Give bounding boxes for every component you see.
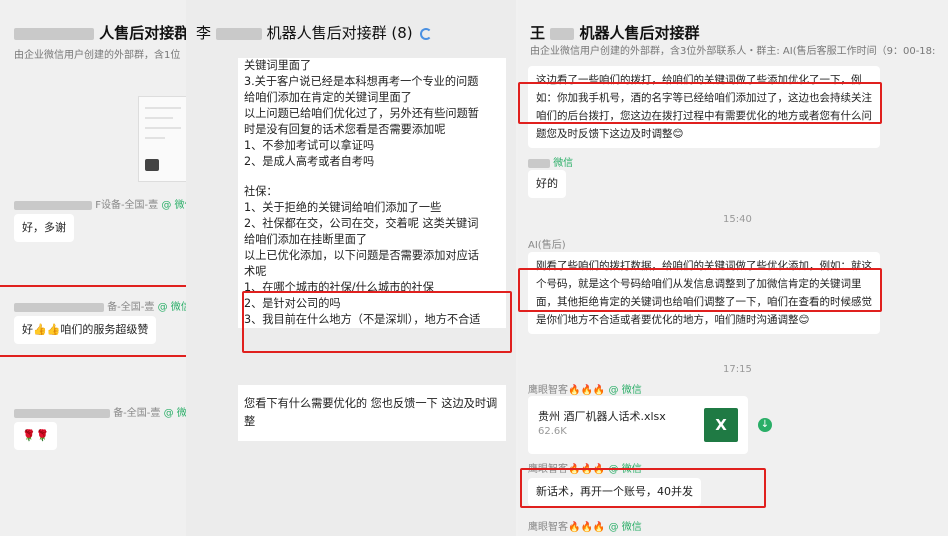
group-title: 李 机器人售后对接群 (8) (196, 22, 433, 43)
message-sender: 备-全国-壹 @ 微信 (14, 404, 188, 419)
file-name: 贵州 酒厂机器人话术.xlsx (538, 410, 666, 423)
video-icon (145, 159, 159, 171)
redacted-name (14, 27, 94, 40)
message-document: 关键词里面了 3.关于客户说已经是本科想再考一个专业的问题 给咱们添加在肯定的关… (238, 58, 506, 328)
chat-panel-middle: 李 机器人售后对接群 (8) 关键词里面了 3.关于客户说已经是本科想再考一个专… (186, 0, 516, 536)
group-subtitle: 由企业微信用户创建的外部群，含3位外部联系人・群主: AI(售后客服工作时间（9… (530, 46, 936, 57)
message-bubble: 好👍👍咱们的服务超级赞 (14, 316, 157, 344)
message-bubble: 🌹🌹 (14, 422, 58, 450)
message-sender: 备-全国-壹 @ 微信 (14, 298, 188, 313)
message-bubble: 好的 (528, 170, 566, 198)
group-subtitle: 由企业微信用户创建的外部群，含1位 (14, 50, 181, 61)
download-icon[interactable]: ↓ (758, 418, 772, 432)
timestamp: 15:40 (723, 214, 752, 225)
highlight-box (520, 468, 766, 508)
message-sender: AI(售后) (528, 240, 566, 251)
file-attachment[interactable]: 贵州 酒厂机器人话术.xlsx 62.6K X (528, 396, 748, 454)
group-title: 王 机器人售后对接群 (530, 24, 700, 42)
message-bubble: 好，多谢 (14, 214, 74, 242)
chat-panel-right: 王 机器人售后对接群 由企业微信用户创建的外部群，含3位外部联系人・群主: AI… (518, 0, 948, 536)
message-sender: 微信 (528, 154, 573, 169)
loading-icon (420, 27, 433, 40)
group-title: 人售后对接群 (14, 22, 188, 43)
highlight-box (242, 291, 512, 353)
message-document: 您看下有什么需要优化的 您也反馈一下 这边及时调整 (238, 385, 506, 441)
highlight-box (518, 82, 882, 124)
file-size: 62.6K (538, 426, 567, 437)
excel-icon: X (704, 408, 738, 442)
message-sender: 鹰眼智客🔥🔥🔥 @ 微信 (528, 522, 642, 533)
chat-panel-left: 人售后对接群 由企业微信用户创建的外部群，含1位 F设备-全国-壹 @ 微信 好… (0, 0, 188, 536)
image-thumbnail[interactable] (138, 96, 188, 182)
timestamp: 17:15 (723, 364, 752, 375)
highlight-box (518, 268, 882, 312)
message-sender: F设备-全国-壹 @ 微信 (14, 196, 188, 211)
message-sender: 鹰眼智客🔥🔥🔥 @ 微信 (528, 385, 642, 396)
